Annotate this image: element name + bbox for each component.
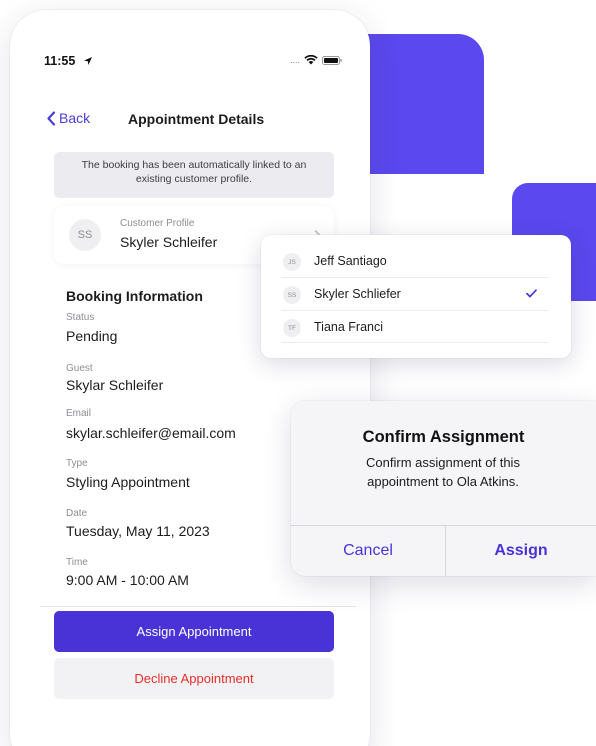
location-arrow-icon [84,57,92,65]
dropdown-item-label: Skyler Schliefer [314,287,401,301]
guest-label: Guest [66,363,93,374]
wifi-icon [304,55,318,65]
status-indicators: .... [290,55,342,65]
dialog-assign-button[interactable]: Assign [446,526,596,576]
time-label: Time [66,557,88,568]
phone-screen: 11:55 .... Back Appointment Details The … [10,10,370,746]
guest-value: Skylar Schleifer [66,377,164,393]
type-label: Type [66,458,88,469]
assign-appointment-button[interactable]: Assign Appointment [54,611,334,652]
date-label: Date [66,508,88,519]
time-value: 9:00 AM - 10:00 AM [66,572,189,588]
status-label: Status [66,312,95,323]
avatar: SS [69,219,101,251]
dialog-message-line-1: Confirm assignment of this [366,455,520,470]
date-value: Tuesday, May 11, 2023 [66,523,210,539]
dialog-message-line-2: appointment to Ola Atkins. [367,474,519,489]
booking-information-heading: Booking Information [66,288,203,304]
dropdown-item-label: Jeff Santiago [314,254,387,268]
dialog-cancel-button[interactable]: Cancel [291,526,445,576]
info-banner: The booking has been automatically linke… [54,152,334,198]
banner-line-1: The booking has been automatically linke… [81,159,307,171]
dialog-message: Confirm assignment of this appointment t… [343,453,543,491]
battery-icon [322,55,342,65]
dialog-title: Confirm Assignment [362,428,525,446]
confirm-assignment-dialog: Confirm Assignment Confirm assignment of… [291,401,596,576]
customer-picker-dropdown: JS Jeff Santiago SS Skyler Schliefer TF … [261,235,571,358]
type-value: Styling Appointment [66,474,190,490]
back-button[interactable]: Back [46,110,90,126]
status-value: Pending [66,328,118,344]
banner-line-2: existing customer profile. [135,172,253,185]
status-time: 11:55 [44,54,76,68]
decline-appointment-button[interactable]: Decline Appointment [54,658,334,699]
avatar: SS [283,286,301,304]
email-value: skylar.schleifer@email.com [66,425,236,441]
decorative-purple-block [362,34,484,174]
divider [40,606,356,607]
dropdown-item-jeff-santiago[interactable]: JS Jeff Santiago [279,245,549,278]
dropdown-item-tiana-franci[interactable]: TF Tiana Franci [279,311,549,344]
signal-dots-icon: .... [289,54,300,65]
status-bar: 11:55 .... [10,10,370,70]
avatar: TF [283,319,301,337]
email-label: Email [66,408,92,419]
page-title: Appointment Details [128,111,265,127]
chevron-left-icon [47,110,56,126]
customer-profile-label: Customer Profile [120,218,195,229]
avatar: JS [283,253,301,271]
back-label: Back [59,110,91,126]
customer-profile-name: Skyler Schleifer [120,234,218,250]
dropdown-separator [281,342,549,343]
navigation-bar: Back Appointment Details [10,110,370,134]
dropdown-item-skyler-schliefer[interactable]: SS Skyler Schliefer [279,278,549,311]
dropdown-item-label: Tiana Franci [314,320,384,334]
checkmark-icon [526,289,537,298]
